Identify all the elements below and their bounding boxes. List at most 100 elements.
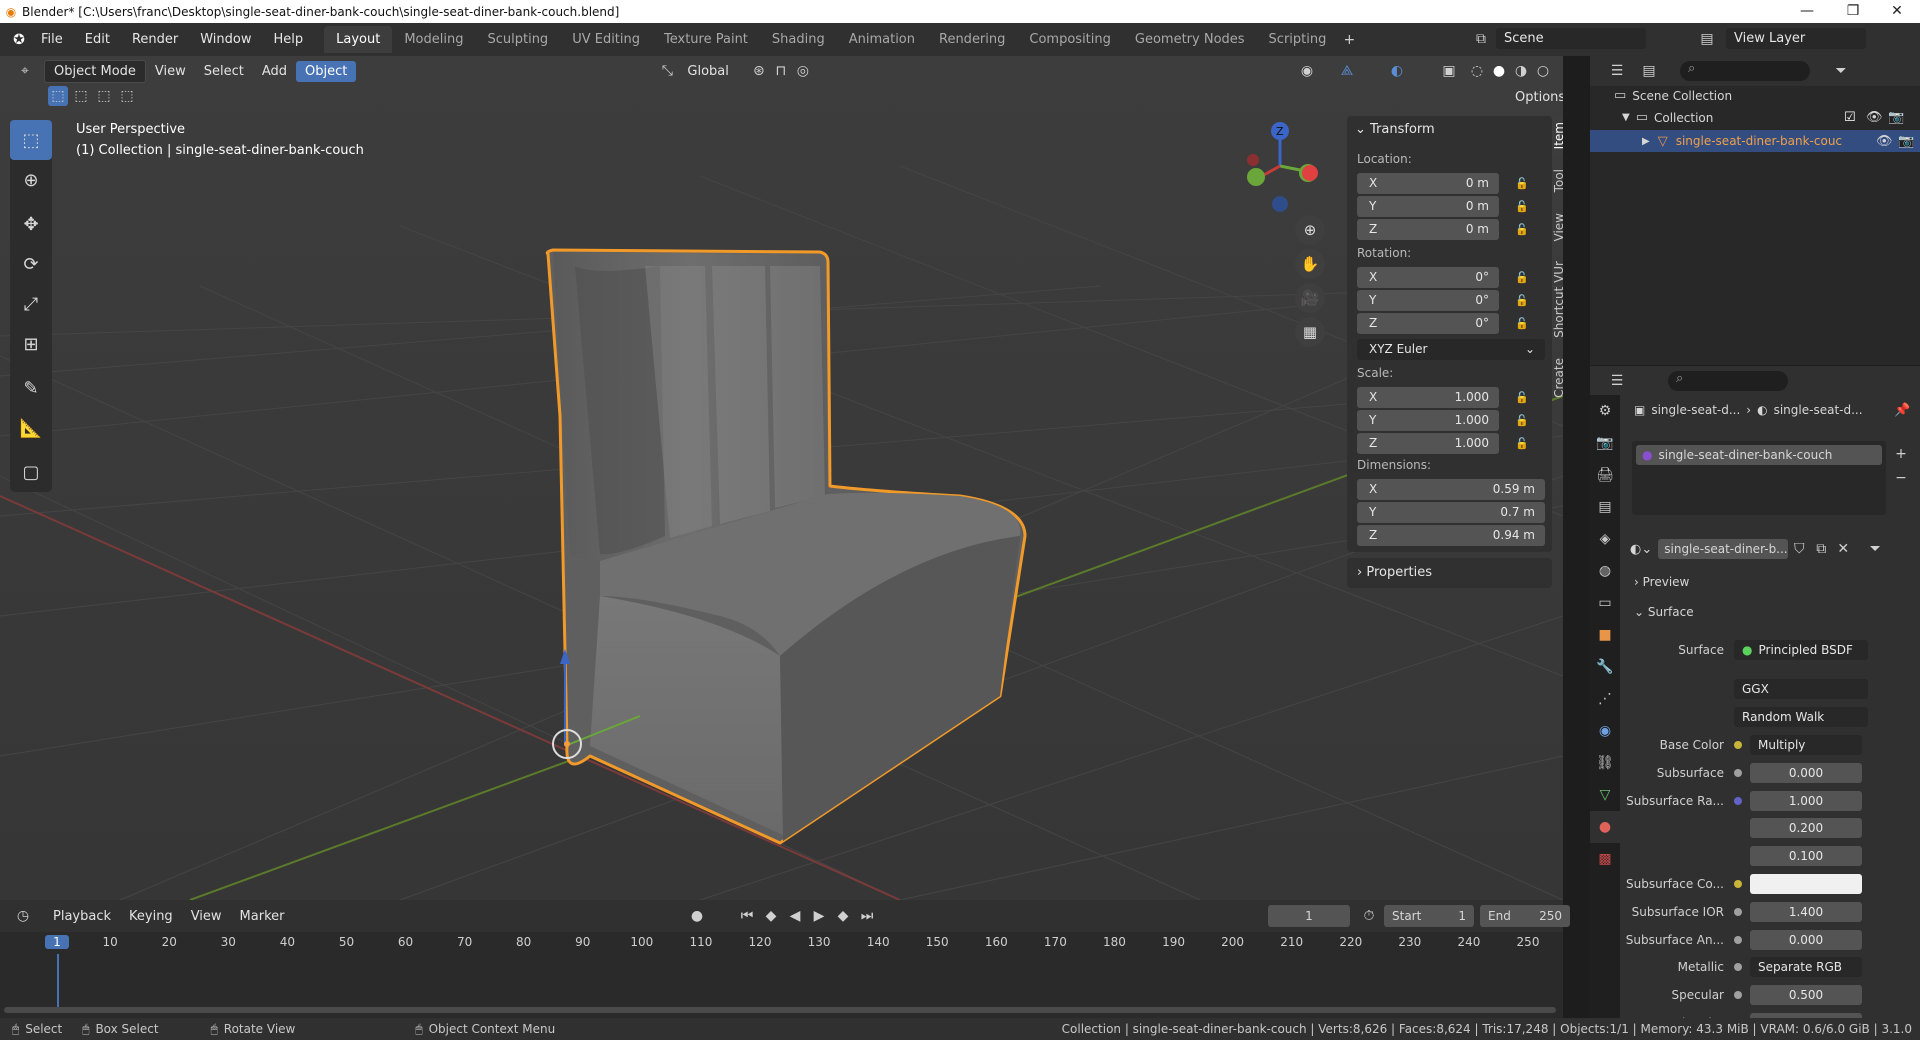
mode-dropdown[interactable]: Object Mode — [44, 59, 146, 83]
rotation-z-field[interactable]: Z 0° — [1357, 312, 1499, 334]
menu-window[interactable]: Window — [189, 32, 262, 47]
select-box-tool-icon[interactable]: ⬚ — [10, 120, 52, 160]
tab-item[interactable]: Item — [1552, 116, 1563, 156]
view-layer-field[interactable]: View Layer — [1726, 28, 1866, 49]
zoom-icon[interactable]: ⊕ — [1295, 215, 1325, 245]
pin-icon[interactable]: 📌 — [1894, 403, 1910, 418]
property-value-field[interactable]: 0.500 — [1750, 985, 1862, 1006]
add-slot-icon[interactable]: + — [1890, 443, 1912, 465]
menu-add[interactable]: Add — [253, 61, 296, 82]
property-value-field[interactable]: 0.000 — [1750, 929, 1862, 950]
tab-scripting[interactable]: Scripting — [1257, 26, 1339, 53]
view-layer-icon[interactable]: ▤ — [1696, 28, 1718, 50]
search-input[interactable]: ⌕ — [1668, 370, 1788, 391]
pivot-icon[interactable]: ⊛ — [748, 60, 770, 82]
end-frame-field[interactable]: End 250 — [1480, 905, 1570, 927]
dimension-y-field[interactable]: Y 0.7 m — [1357, 501, 1545, 523]
tab-geometry-nodes[interactable]: Geometry Nodes — [1123, 26, 1257, 53]
select-new-icon[interactable]: ⬚ — [48, 86, 68, 106]
collection-properties-icon[interactable]: ▭ — [1590, 587, 1620, 619]
tab-layout[interactable]: Layout — [324, 26, 393, 53]
material-properties-icon[interactable]: ● — [1590, 811, 1620, 843]
scale-y-field[interactable]: Y 1.000 — [1357, 409, 1499, 431]
jump-start-icon[interactable]: ⏮ — [736, 905, 758, 927]
record-icon[interactable]: ● — [686, 905, 708, 927]
fake-user-shield-icon[interactable]: ⛉ — [1788, 538, 1810, 560]
playhead[interactable] — [57, 954, 59, 1010]
location-y-field[interactable]: Y0 m — [1357, 195, 1499, 217]
socket-icon[interactable] — [1734, 741, 1742, 749]
menu-select[interactable]: Select — [195, 61, 253, 82]
property-value-field[interactable]: 1.400 — [1750, 901, 1862, 922]
shading-material-icon[interactable]: ◑ — [1510, 60, 1532, 82]
menu-file[interactable]: File — [30, 32, 74, 47]
shading-wireframe-icon[interactable]: ◌ — [1466, 60, 1488, 82]
editor-type-icon[interactable]: ☰ — [1606, 60, 1628, 82]
tab-compositing[interactable]: Compositing — [1017, 26, 1123, 53]
add-workspace-icon[interactable]: + — [1338, 29, 1360, 51]
rotation-y-field[interactable]: Y 0° — [1357, 289, 1499, 311]
socket-icon[interactable] — [1734, 907, 1742, 916]
collection-row[interactable]: ▼ ▭ Collection ☑ 👁 📷 — [1622, 110, 1918, 125]
lock-icon[interactable]: 🔓 — [1515, 177, 1535, 190]
gizmo-toggle-icon[interactable]: ⟁ — [1336, 60, 1358, 82]
tab-sculpting[interactable]: Sculpting — [475, 26, 560, 53]
menu-render[interactable]: Render — [121, 32, 189, 47]
texture-properties-icon[interactable]: ▩ — [1590, 843, 1620, 875]
tab-uv-editing[interactable]: UV Editing — [560, 26, 652, 53]
location-z-field[interactable]: Z0 m — [1357, 218, 1499, 240]
minimize-button[interactable]: — — [1784, 0, 1830, 23]
current-frame-field[interactable]: 1 — [1268, 905, 1350, 927]
location-x-field[interactable]: X0 m — [1357, 172, 1499, 194]
select-subtract-icon[interactable]: ⬚ — [94, 86, 114, 106]
xray-icon[interactable]: ▣ — [1438, 60, 1460, 82]
socket-icon[interactable] — [1734, 991, 1742, 1000]
dimension-z-field[interactable]: Z 0.94 m — [1357, 524, 1545, 546]
socket-icon[interactable] — [1734, 963, 1742, 972]
lock-icon[interactable]: 🔓 — [1515, 391, 1535, 404]
snap-icon[interactable]: ⊓ — [770, 60, 792, 82]
physics-properties-icon[interactable]: ◉ — [1590, 715, 1620, 747]
stopwatch-icon[interactable]: ⏱ — [1358, 905, 1380, 927]
select-extend-icon[interactable]: ⬚ — [71, 86, 91, 106]
editor-type-icon[interactable]: ⌖ — [14, 60, 36, 82]
tab-shortcut-vur[interactable]: Shortcut VUr — [1552, 255, 1563, 344]
transform-header[interactable]: ⌄ Transform — [1355, 122, 1435, 137]
display-mode-icon[interactable]: ▤ — [1638, 60, 1660, 82]
duplicate-icon[interactable]: ⧉ — [1810, 538, 1832, 560]
socket-icon[interactable] — [1734, 935, 1742, 944]
filter-icon[interactable]: ⏷ — [1830, 60, 1852, 82]
frame-ruler[interactable]: 1 10 20 30 40 50 60 70 80 90 100 110 120 130 140 150 160… — [0, 932, 1563, 954]
output-properties-icon[interactable]: 🖨 — [1590, 459, 1620, 491]
socket-icon[interactable] — [1734, 796, 1742, 805]
menu-object[interactable]: Object — [296, 60, 357, 82]
editor-type-icon[interactable]: ◷ — [12, 905, 34, 927]
object-row[interactable]: ▶ ▽ single-seat-diner-bank-couc 👁 📷 — [1590, 130, 1920, 152]
tab-view[interactable]: View — [1552, 207, 1563, 247]
editor-type-icon[interactable]: ☰ — [1606, 370, 1628, 392]
tab-shading[interactable]: Shading — [760, 26, 837, 53]
remove-slot-icon[interactable]: − — [1890, 467, 1912, 489]
shading-solid-icon[interactable]: ● — [1488, 60, 1510, 82]
start-frame-field[interactable]: Start 1 — [1384, 905, 1474, 927]
rotation-x-field[interactable]: X 0° — [1357, 266, 1499, 288]
scale-tool-icon[interactable]: ⤢ — [10, 284, 52, 324]
material-slot[interactable]: ● single-seat-diner-bank-couch — [1636, 445, 1882, 465]
constraints-properties-icon[interactable]: ⛓ — [1590, 747, 1620, 779]
menu-help[interactable]: Help — [263, 32, 315, 47]
select-intersect-icon[interactable]: ⬚ — [117, 86, 137, 106]
tool-properties-icon[interactable]: ⚙ — [1590, 395, 1620, 427]
measure-tool-icon[interactable]: 📐 — [10, 408, 52, 448]
subsurface-method-dropdown[interactable]: Random Walk — [1734, 707, 1868, 727]
distribution-dropdown[interactable]: GGX — [1734, 679, 1868, 699]
render-properties-icon[interactable]: 📷 — [1590, 427, 1620, 459]
play-icon[interactable]: ▶ — [808, 905, 830, 927]
lock-icon[interactable]: 🔓 — [1515, 200, 1535, 213]
tab-tool[interactable]: Tool — [1552, 163, 1563, 198]
surface-shader-dropdown[interactable]: ● Principled BSDF — [1734, 640, 1868, 660]
prev-keyframe-icon[interactable]: ◆ — [760, 905, 782, 927]
tab-texture-paint[interactable]: Texture Paint — [652, 26, 760, 53]
node-filter-icon[interactable]: ⏷ — [1864, 538, 1886, 560]
perspective-grid-icon[interactable]: ▦ — [1295, 317, 1325, 347]
maximize-button[interactable]: ❐ — [1830, 0, 1876, 23]
